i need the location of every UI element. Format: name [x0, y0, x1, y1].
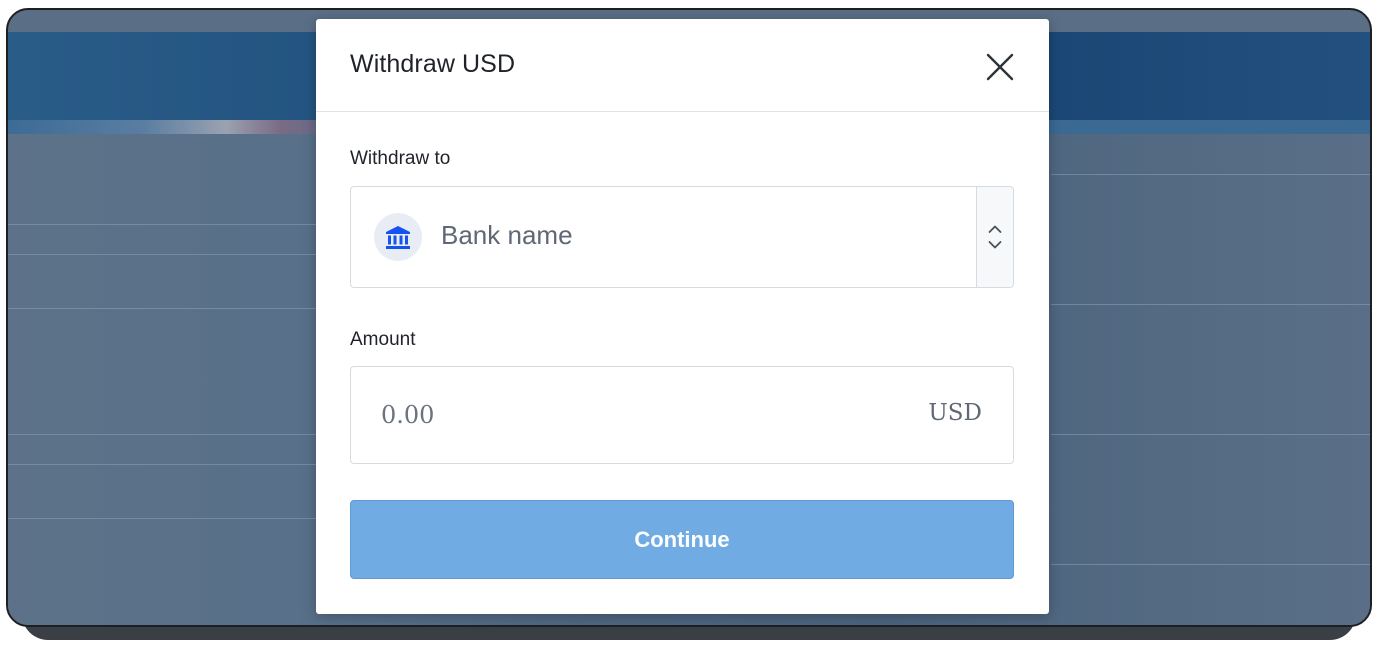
withdraw-modal: Withdraw USD Withdraw to Bank name Amoun… [316, 19, 1049, 614]
currency-label: USD [928, 400, 982, 426]
background-divider [1051, 174, 1370, 175]
bank-name-value: Bank name [441, 220, 573, 250]
select-toggle[interactable] [976, 187, 1013, 287]
background-divider [8, 464, 318, 465]
background-divider [1051, 564, 1370, 565]
background-divider [8, 308, 318, 309]
close-button[interactable] [982, 49, 1018, 85]
modal-header: Withdraw USD [316, 19, 1049, 112]
amount-input[interactable] [381, 397, 861, 433]
bank-account-select[interactable]: Bank name [350, 186, 1014, 288]
background-divider [1051, 434, 1370, 435]
withdraw-to-label: Withdraw to [350, 148, 451, 169]
bank-icon-badge [374, 213, 422, 261]
close-icon [986, 53, 1014, 81]
background-divider [8, 434, 318, 435]
bank-icon [386, 226, 410, 249]
amount-label: Amount [350, 329, 416, 350]
modal-title: Withdraw USD [350, 50, 516, 78]
continue-button[interactable]: Continue [350, 500, 1014, 579]
amount-field: USD [350, 366, 1014, 464]
background-divider [1051, 304, 1370, 305]
background-divider [8, 254, 318, 255]
background-divider [8, 224, 318, 225]
chevron-up-down-icon [988, 225, 1002, 249]
background-divider [8, 518, 318, 519]
